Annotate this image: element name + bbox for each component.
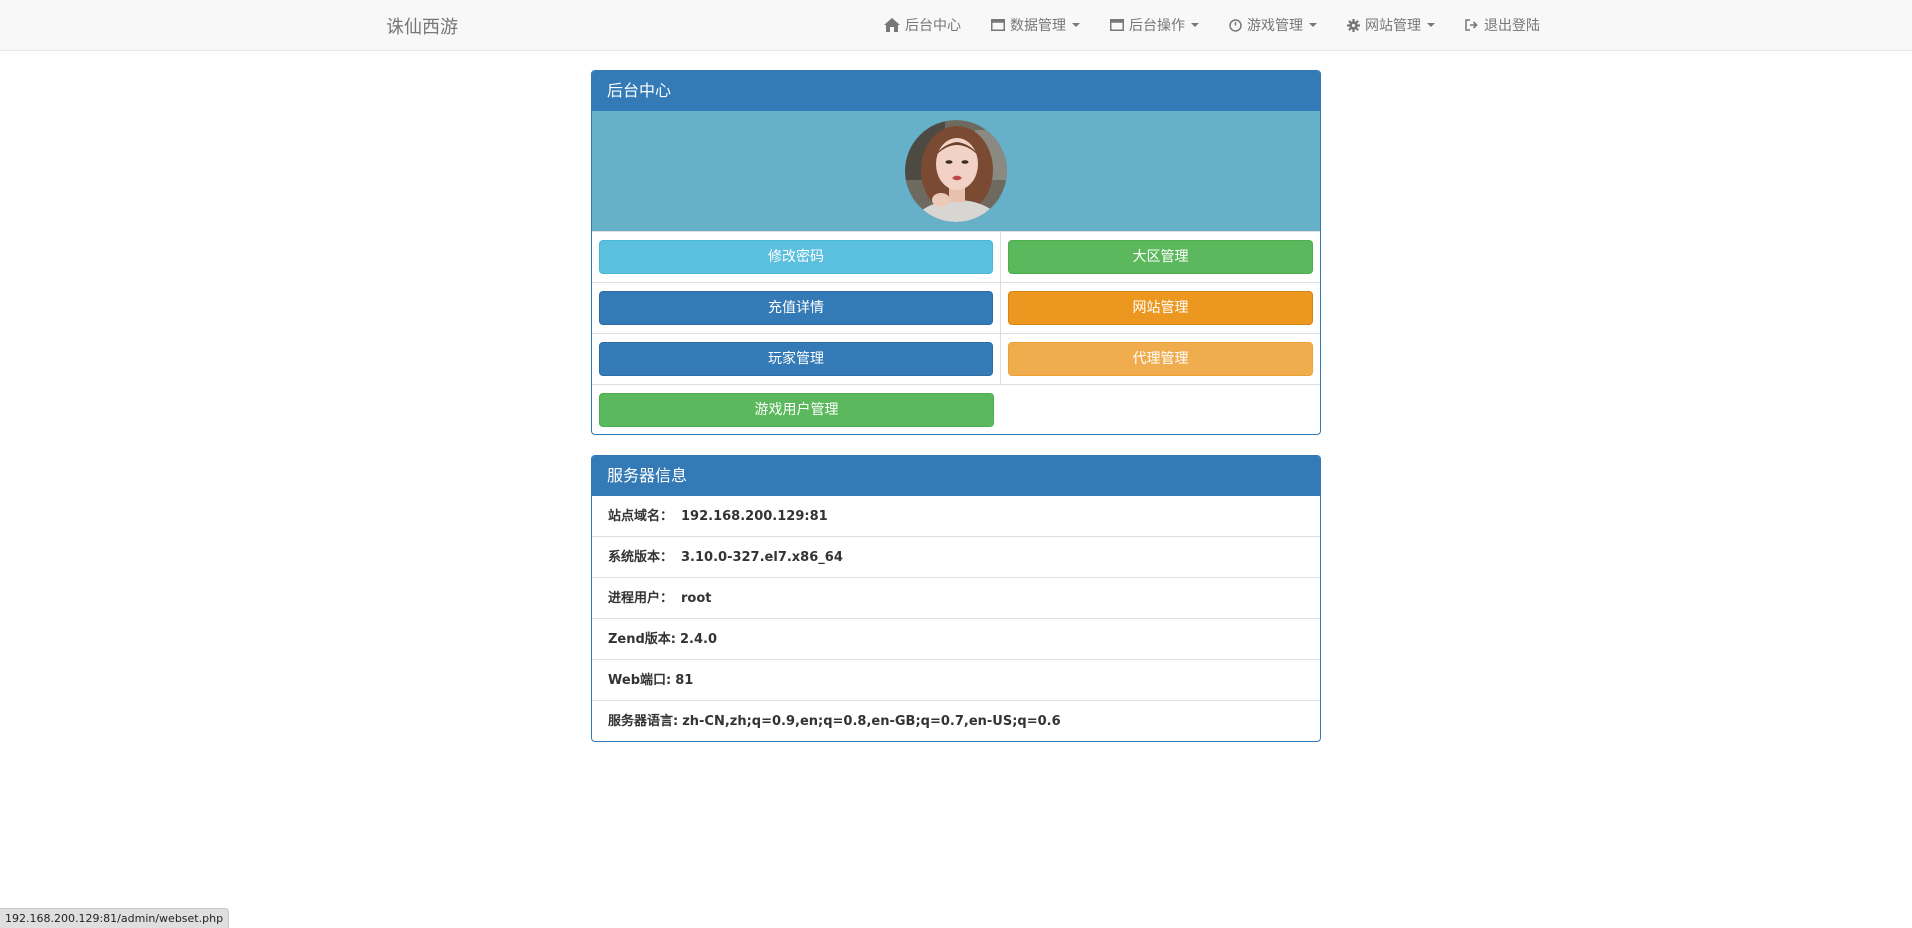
top-navbar: 诛仙西游 后台中心 数据管理 后台操作 游戏管理 网站管理 退出登陆 <box>0 0 1912 51</box>
nav-item-label: 数据管理 <box>1010 18 1066 34</box>
nav-item-game-manage[interactable]: 游戏管理 <box>1229 15 1317 35</box>
caret-down-icon <box>1191 23 1199 27</box>
window-icon <box>1110 19 1124 31</box>
button-cell: 修改密码 <box>592 232 1001 283</box>
button-cell: 充值详情 <box>592 283 1001 334</box>
info-value: 2.4.0 <box>680 632 718 647</box>
main-nav: 后台中心 数据管理 后台操作 游戏管理 网站管理 退出登陆 <box>884 0 1540 50</box>
game-user-manage-button[interactable]: 游戏用户管理 <box>599 393 994 427</box>
caret-down-icon <box>1072 23 1080 27</box>
info-label: 系统版本： <box>608 550 674 565</box>
nav-item-label: 游戏管理 <box>1247 18 1303 34</box>
nav-item-label: 后台操作 <box>1129 18 1185 34</box>
server-info-panel: 服务器信息 站点域名： 192.168.200.129:81 系统版本： 3.10.… <box>591 455 1321 742</box>
empty-cell <box>1001 385 1320 434</box>
info-row-system-version: 系统版本： 3.10.0-327.el7.x86_64 <box>592 537 1320 578</box>
nav-item-dashboard[interactable]: 后台中心 <box>884 15 961 35</box>
panel-heading: 服务器信息 <box>592 456 1320 496</box>
site-brand[interactable]: 诛仙西游 <box>386 13 458 39</box>
home-icon <box>884 18 900 32</box>
dashboard-icon <box>1229 18 1242 32</box>
info-label: 站点域名： <box>608 509 674 524</box>
button-cell: 玩家管理 <box>592 334 1001 385</box>
avatar-row <box>592 111 1320 232</box>
button-cell: 网站管理 <box>1001 283 1320 334</box>
nav-item-label: 后台中心 <box>905 18 961 34</box>
info-value: 192.168.200.129:81 <box>681 509 828 524</box>
info-row-web-port: Web端口: 81 <box>592 660 1320 701</box>
info-label: Web端口: <box>608 673 672 688</box>
panel-heading: 后台中心 <box>592 71 1320 111</box>
button-cell: 代理管理 <box>1001 334 1320 385</box>
site-manage-button[interactable]: 网站管理 <box>1008 291 1313 325</box>
status-url-bar: 192.168.200.129:81/admin/webset.php <box>0 908 230 928</box>
button-cell: 游戏用户管理 <box>592 385 1001 434</box>
nav-item-backend-ops[interactable]: 后台操作 <box>1110 15 1199 35</box>
gear-icon <box>1347 18 1360 32</box>
nav-item-logout[interactable]: 退出登陆 <box>1465 15 1540 35</box>
info-value: 81 <box>675 673 694 688</box>
caret-down-icon <box>1309 23 1317 27</box>
nav-item-data-manage[interactable]: 数据管理 <box>991 15 1080 35</box>
info-label: Zend版本: <box>608 632 677 647</box>
info-row-zend-version: Zend版本: 2.4.0 <box>592 619 1320 660</box>
change-password-button[interactable]: 修改密码 <box>599 240 993 274</box>
info-value: zh-CN,zh;q=0.9,en;q=0.8,en-GB;q=0.7,en-U… <box>682 714 1061 729</box>
info-label: 服务器语言: <box>608 714 679 729</box>
nav-item-site-manage[interactable]: 网站管理 <box>1347 15 1435 35</box>
nav-item-label: 网站管理 <box>1365 18 1421 34</box>
window-icon <box>991 19 1005 31</box>
nav-item-label: 退出登陆 <box>1484 18 1540 34</box>
player-manage-button[interactable]: 玩家管理 <box>599 342 993 376</box>
info-label: 进程用户： <box>608 591 674 606</box>
agent-manage-button[interactable]: 代理管理 <box>1008 342 1313 376</box>
logout-icon <box>1465 19 1478 31</box>
admin-center-panel: 后台中心 修改密码 大区管理 充值详情 网站管理 玩家管理 代理管理 游戏用户管… <box>591 70 1321 435</box>
info-row-process-user: 进程用户： root <box>592 578 1320 619</box>
action-button-grid: 修改密码 大区管理 充值详情 网站管理 玩家管理 代理管理 游戏用户管理 <box>592 232 1320 434</box>
caret-down-icon <box>1427 23 1435 27</box>
avatar[interactable] <box>905 120 1007 222</box>
info-value: root <box>681 591 712 606</box>
info-value: 3.10.0-327.el7.x86_64 <box>681 550 843 565</box>
button-cell: 大区管理 <box>1001 232 1320 283</box>
info-row-server-language: 服务器语言: zh-CN,zh;q=0.9,en;q=0.8,en-GB;q=0.… <box>592 701 1320 741</box>
info-row-domain: 站点域名： 192.168.200.129:81 <box>592 496 1320 537</box>
region-manage-button[interactable]: 大区管理 <box>1008 240 1313 274</box>
recharge-details-button[interactable]: 充值详情 <box>599 291 993 325</box>
